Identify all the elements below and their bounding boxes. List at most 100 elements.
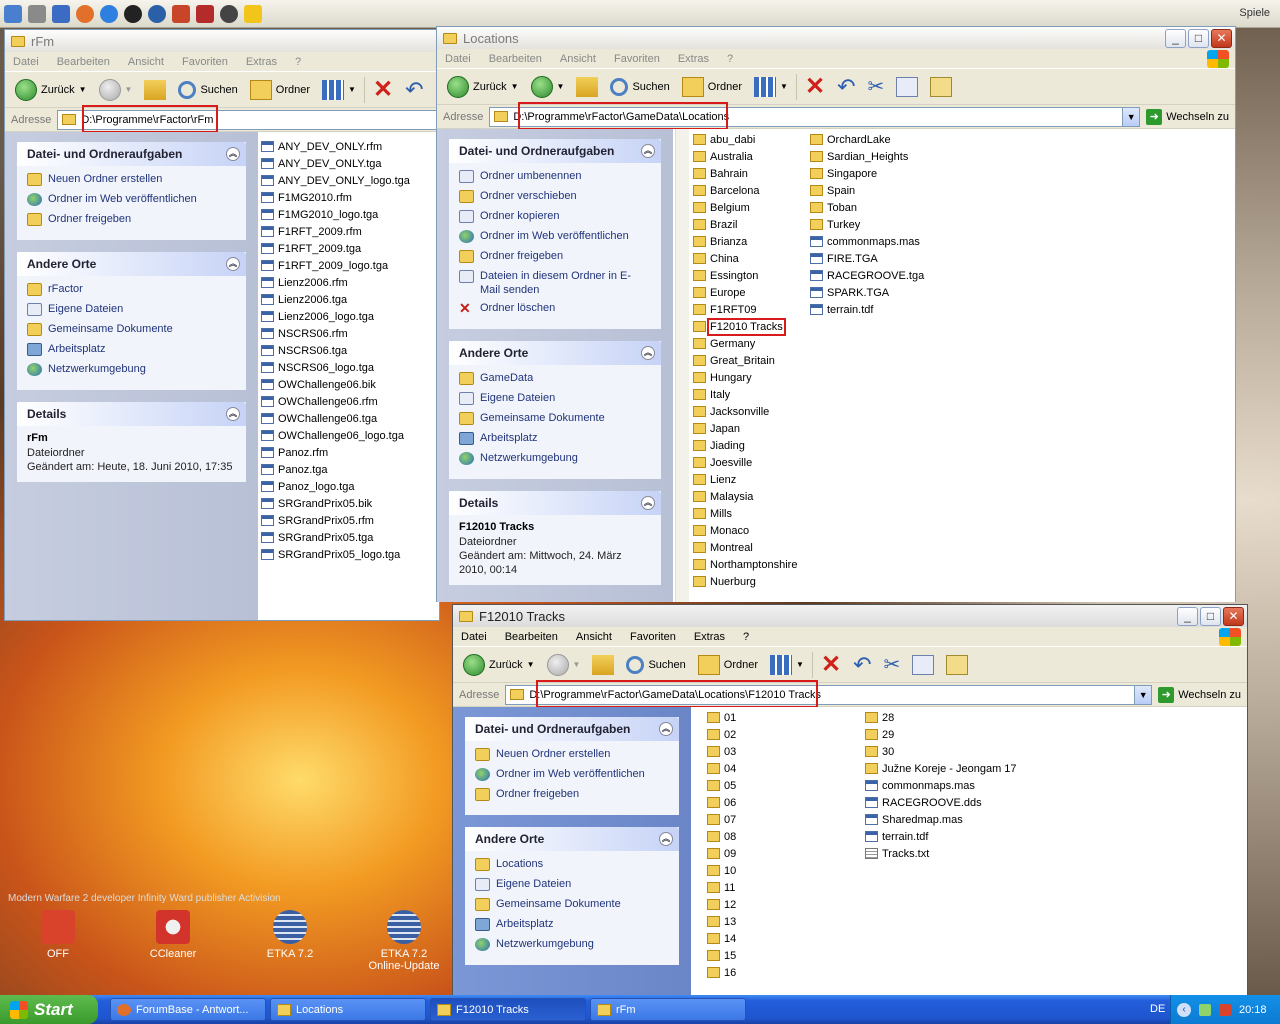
spiele-toolbar-label[interactable]: Spiele [1239,7,1270,19]
list-item[interactable]: Spain [810,182,924,199]
menu-favoriten[interactable]: Favoriten [614,53,660,65]
media-player-icon[interactable] [148,5,166,23]
list-item[interactable]: Belgium [693,199,797,216]
list-item[interactable]: abu_dabi [693,131,797,148]
panel-header[interactable]: Datei- und Ordneraufgaben ︽ [449,139,661,163]
task-share-folder[interactable]: Ordner freigeben [475,787,669,807]
views-button[interactable]: ▼ [318,76,360,104]
list-item[interactable]: RACEGROOVE.tga [810,267,924,284]
close-button[interactable]: ✕ [1211,28,1232,48]
address-input[interactable]: D:\Programme\rFactor\GameData\Locations … [489,101,1141,130]
menu-favoriten[interactable]: Favoriten [630,631,676,643]
list-item[interactable]: commonmaps.mas [810,233,924,250]
menu-help[interactable]: ? [743,631,749,643]
list-item[interactable]: SRGrandPrix05.bik [261,495,410,512]
list-item[interactable]: China [693,250,797,267]
taskbar-item-forumbase[interactable]: ForumBase - Antwort... [110,998,266,1021]
task-publish-web[interactable]: Ordner im Web veröffentlichen [27,192,236,212]
list-item[interactable]: Brianza [693,233,797,250]
list-item[interactable]: 05 [707,777,736,794]
tool3-icon[interactable] [220,5,238,23]
list-item[interactable]: F1RFT_2009.tga [261,240,410,257]
delete-button[interactable]: ✕ [817,651,845,679]
list-item[interactable]: F1MG2010_logo.tga [261,206,410,223]
list-item[interactable]: Great_Britain [693,352,797,369]
taskbar-item-f12010-tracks[interactable]: F12010 Tracks [430,998,586,1021]
undo-button[interactable]: ↶ [849,651,875,679]
list-item[interactable]: Northamptonshire [693,556,797,573]
collapse-chevron-icon[interactable]: ︽ [226,407,240,421]
address-dropdown-icon[interactable]: ▼ [1134,685,1152,704]
panel-header[interactable]: Andere Orte ︽ [449,341,661,365]
address-input[interactable]: D:\Programme\rFactor\GameData\Locations\… [505,679,1153,708]
menu-datei[interactable]: Datei [445,53,471,65]
place-locations[interactable]: Locations [475,857,669,877]
list-item[interactable]: 28 [865,709,1017,726]
place-my-documents[interactable]: Eigene Dateien [27,302,236,322]
undo-button[interactable]: ↶ [833,73,859,101]
minimize-button[interactable]: _ [1177,606,1198,626]
list-item[interactable]: Montreal [693,539,797,556]
list-item[interactable]: Jiading [693,437,797,454]
list-item[interactable]: OWChallenge06.tga [261,410,410,427]
search-button[interactable]: Suchen [174,76,241,104]
list-item[interactable]: 03 [707,743,736,760]
menu-ansicht[interactable]: Ansicht [128,56,164,68]
task-move[interactable]: Ordner verschieben [459,189,651,209]
cut-button[interactable]: ✂ [864,73,889,101]
folders-button[interactable]: Ordner [678,73,746,101]
place-shared-documents[interactable]: Gemeinsame Dokumente [27,322,236,342]
list-item[interactable]: F1RFT_2009.rfm [261,223,410,240]
task-copy[interactable]: Ordner kopieren [459,209,651,229]
menu-ansicht[interactable]: Ansicht [560,53,596,65]
place-gamedata[interactable]: GameData [459,371,651,391]
task-delete[interactable]: ✕ Ordner löschen [459,301,651,321]
list-item[interactable]: ANY_DEV_ONLY_logo.tga [261,172,410,189]
task-new-folder[interactable]: Neuen Ordner erstellen [475,747,669,767]
taskbar-item-locations[interactable]: Locations [270,998,426,1021]
menu-ansicht[interactable]: Ansicht [576,631,612,643]
paste-button[interactable] [942,651,972,679]
list-item[interactable]: Panoz.rfm [261,444,410,461]
list-item[interactable]: Australia [693,148,797,165]
maximize-button[interactable]: □ [1188,28,1209,48]
list-item[interactable]: NSCRS06.rfm [261,325,410,342]
menu-bearbeiten[interactable]: Bearbeiten [505,631,558,643]
scrollbar[interactable] [675,129,689,602]
list-item[interactable]: 14 [707,930,736,947]
place-my-documents[interactable]: Eigene Dateien [459,391,651,411]
copy-button[interactable] [908,651,938,679]
place-rfactor[interactable]: rFactor [27,282,236,302]
menu-help[interactable]: ? [295,56,301,68]
list-item[interactable]: Lienz2006.tga [261,291,410,308]
place-shared-documents[interactable]: Gemeinsame Dokumente [459,411,651,431]
list-item[interactable]: 02 [707,726,736,743]
menu-extras[interactable]: Extras [678,53,709,65]
locations-titlebar[interactable]: Locations _ □ ✕ [437,27,1235,49]
list-item[interactable]: 16 [707,964,736,981]
list-item[interactable]: Sharedmap.mas [865,811,1017,828]
delete-button[interactable]: ✕ [801,73,829,101]
goto-button[interactable]: ➜ Wechseln zu [1158,686,1241,703]
panel-header[interactable]: Details ︽ [17,402,246,426]
list-item[interactable]: 29 [865,726,1017,743]
place-network[interactable]: Netzwerkumgebung [475,937,669,957]
tracks-titlebar[interactable]: F12010 Tracks _ □ ✕ [453,605,1247,627]
list-item[interactable]: 08 [707,828,736,845]
tool2-icon[interactable] [196,5,214,23]
delete-button[interactable]: ✕ [369,76,397,104]
list-item[interactable]: OWChallenge06_logo.tga [261,427,410,444]
list-item[interactable]: Europe [693,284,797,301]
list-item[interactable]: Hungary [693,369,797,386]
back-button[interactable]: Zurück ▼ [11,76,91,104]
list-item[interactable]: SPARK.TGA [810,284,924,301]
task-rename[interactable]: Ordner umbenennen [459,169,651,189]
minimize-button[interactable]: _ [1165,28,1186,48]
task-share-folder[interactable]: Ordner freigeben [27,212,236,232]
list-item[interactable]: 09 [707,845,736,862]
list-item[interactable]: 04 [707,760,736,777]
list-item[interactable]: NSCRS06.tga [261,342,410,359]
up-button[interactable] [588,651,618,679]
star-icon[interactable] [244,5,262,23]
desktop-icon-off[interactable]: OFF [18,910,98,960]
